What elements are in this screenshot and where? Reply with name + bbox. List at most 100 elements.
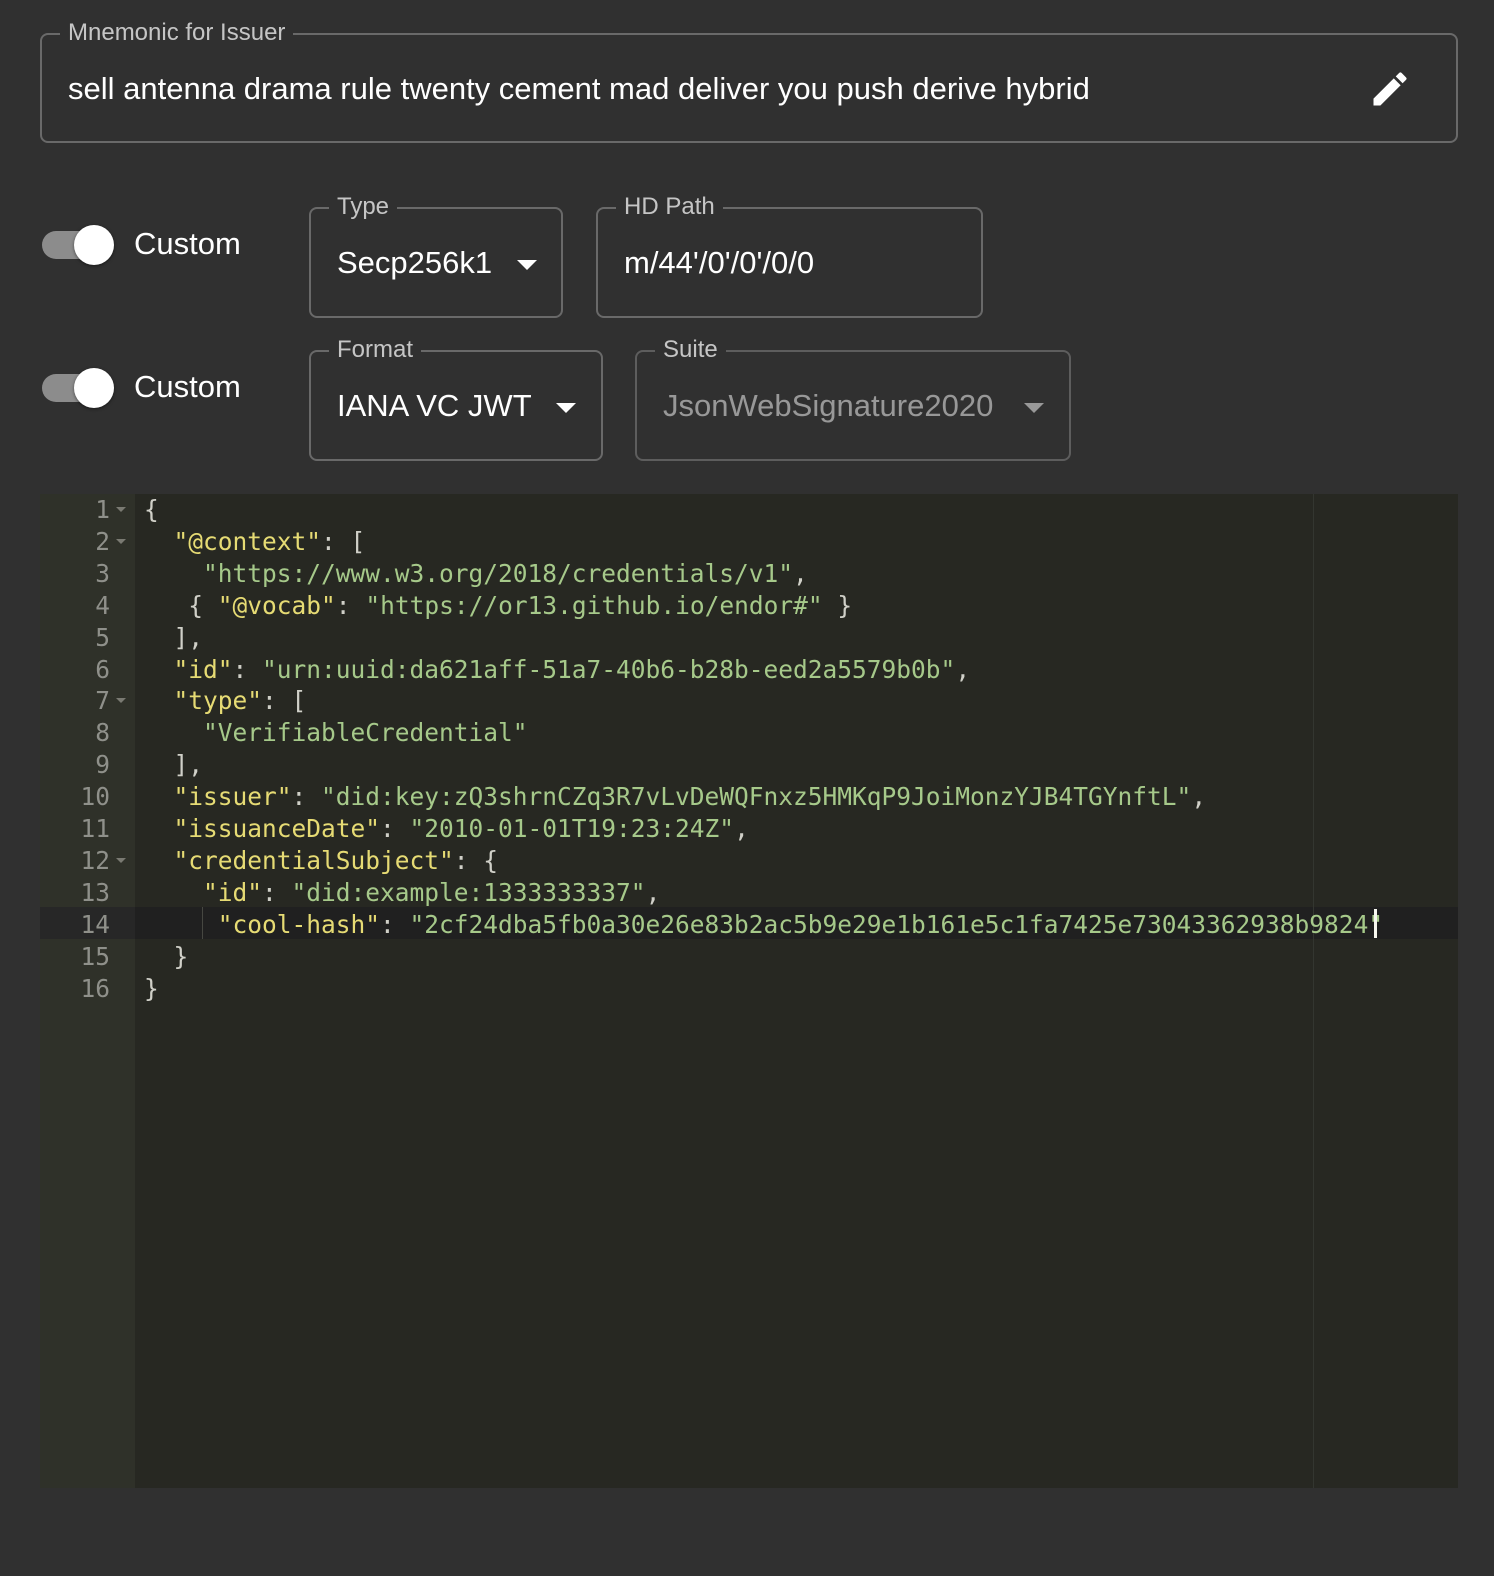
code-line: 3 "https://www.w3.org/2018/credentials/v… (40, 558, 1458, 590)
custom-format-label: Custom (134, 369, 241, 404)
suite-value: JsonWebSignature2020 (663, 388, 994, 423)
json-punctuation: : (291, 782, 322, 812)
json-punctuation: : [ (262, 686, 307, 716)
code-text: { (144, 494, 159, 526)
fold-arrow-icon[interactable] (116, 857, 126, 863)
switch-thumb (74, 225, 114, 265)
json-punctuation: : (232, 654, 263, 684)
code-text: { "@vocab": "https://or13.github.io/endo… (144, 590, 852, 622)
json-string: "did:example:1333333337" (291, 877, 646, 907)
line-number: 2 (95, 526, 110, 556)
suite-label: Suite (655, 336, 726, 364)
hd-path-field[interactable]: HD Path m/44'/0'/0'/0/0 (596, 193, 983, 318)
json-punctuation: { (144, 495, 159, 524)
switch-thumb (74, 368, 114, 408)
json-punctuation: , (645, 877, 661, 907)
code-line: 12 "credentialSubject": { (40, 845, 1458, 877)
json-punctuation: , (1191, 782, 1207, 812)
chevron-down-icon (517, 260, 537, 270)
fold-arrow-icon[interactable] (116, 507, 126, 512)
code-line: 9 ], (40, 749, 1458, 781)
line-number: 7 (95, 686, 110, 716)
line-number: 12 (80, 845, 110, 875)
mnemonic-value[interactable]: sell antenna drama rule twenty cement ma… (68, 71, 1090, 107)
json-key: "issuanceDate" (173, 814, 381, 843)
hd-path-label: HD Path (616, 193, 723, 221)
custom-key-switch[interactable] (38, 225, 114, 265)
type-value: Secp256k1 (337, 245, 493, 280)
chevron-down-icon (1024, 403, 1044, 413)
code-text: "id": "urn:uuid:da621aff-51a7-40b6-b28b-… (144, 654, 971, 686)
code-text: "type": [ (144, 685, 307, 717)
custom-format-switch[interactable] (38, 368, 114, 408)
code-text: "@context": [ (144, 526, 366, 558)
json-code-editor[interactable]: 1{2 "@context": [3 "https://www.w3.org/2… (40, 494, 1458, 1488)
json-string: "urn:uuid:da621aff-51a7-40b6-b28b-eed2a5… (262, 654, 956, 684)
json-key: "cool-hash" (217, 909, 381, 939)
line-number: 15 (80, 941, 110, 971)
fold-arrow-icon[interactable] (116, 698, 126, 704)
code-line: 7 "type": [ (40, 685, 1458, 717)
code-text: "id": "did:example:1333333337", (144, 877, 660, 909)
code-line: 16} (40, 973, 1458, 1005)
line-number: 10 (80, 782, 110, 812)
code-line: 15 } (40, 941, 1458, 973)
fold-arrow-icon[interactable] (116, 538, 126, 544)
mnemonic-label: Mnemonic for Issuer (60, 19, 294, 47)
code-text: } (144, 973, 159, 1005)
code-text: "VerifiableCredential" (144, 717, 528, 749)
line-number: 6 (95, 654, 110, 684)
json-punctuation: ], (173, 622, 204, 652)
json-punctuation: } (822, 590, 853, 620)
text-cursor (1374, 909, 1377, 938)
mnemonic-field[interactable]: Mnemonic for Issuer sell antenna drama r… (40, 19, 1458, 143)
code-line: 4 { "@vocab": "https://or13.github.io/en… (40, 590, 1458, 622)
json-string: "2cf24dba5fb0a30e26e83b2ac5b9e29e1b161e5… (409, 909, 1384, 939)
code-text: "https://www.w3.org/2018/credentials/v1"… (144, 558, 808, 590)
code-line: 13 "id": "did:example:1333333337", (40, 877, 1458, 909)
code-text: ], (144, 622, 204, 654)
line-number: 5 (95, 622, 110, 652)
code-text: "credentialSubject": { (144, 845, 499, 877)
json-key: "@vocab" (217, 590, 336, 620)
json-string: "https://or13.github.io/endor#" (365, 590, 823, 620)
json-key: "id" (203, 877, 263, 907)
json-punctuation: { (188, 590, 218, 620)
code-line: 2 "@context": [ (40, 526, 1458, 558)
pencil-icon[interactable] (1368, 67, 1412, 111)
suite-select: Suite JsonWebSignature2020 (635, 336, 1071, 461)
line-number: 8 (95, 718, 110, 748)
json-string: "VerifiableCredential" (203, 718, 528, 748)
code-text: } (144, 941, 189, 973)
vc-issuer-form: Mnemonic for Issuer sell antenna drama r… (0, 0, 1494, 1576)
json-key: "type" (173, 686, 263, 716)
line-number: 9 (95, 750, 110, 780)
code-text: "issuer": "did:key:zQ3shrnCZq3R7vLvDeWQF… (144, 781, 1207, 813)
code-text: "cool-hash": "2cf24dba5fb0a30e26e83b2ac5… (144, 909, 1383, 941)
line-number: 4 (95, 590, 110, 620)
code-text: "issuanceDate": "2010-01-01T19:23:24Z", (144, 813, 749, 845)
code-line: 11 "issuanceDate": "2010-01-01T19:23:24Z… (40, 813, 1458, 845)
code-line: 1{ (40, 494, 1458, 526)
json-punctuation: : (262, 877, 292, 907)
code-line: 5 ], (40, 622, 1458, 654)
hd-path-value[interactable]: m/44'/0'/0'/0/0 (624, 245, 814, 281)
line-number: 14 (80, 909, 110, 939)
json-punctuation: , (734, 814, 749, 843)
type-label: Type (329, 193, 398, 221)
json-punctuation: : (335, 590, 366, 620)
format-select[interactable]: Format IANA VC JWT (309, 336, 603, 461)
json-punctuation: : [ (321, 526, 366, 556)
line-number: 16 (80, 973, 110, 1003)
json-key: "issuer" (173, 782, 292, 812)
line-number: 11 (80, 814, 110, 843)
json-punctuation: , (955, 654, 971, 684)
chevron-down-icon (556, 403, 576, 413)
type-select[interactable]: Type Secp256k1 (309, 193, 563, 318)
code-text: ], (144, 749, 204, 781)
json-string: "did:key:zQ3shrnCZq3R7vLvDeWQFnxz5HMKqP9… (321, 782, 1192, 812)
json-key: "credentialSubject" (173, 845, 454, 875)
custom-key-label: Custom (134, 226, 241, 261)
json-punctuation: : (380, 909, 410, 939)
line-number: 3 (95, 558, 110, 588)
